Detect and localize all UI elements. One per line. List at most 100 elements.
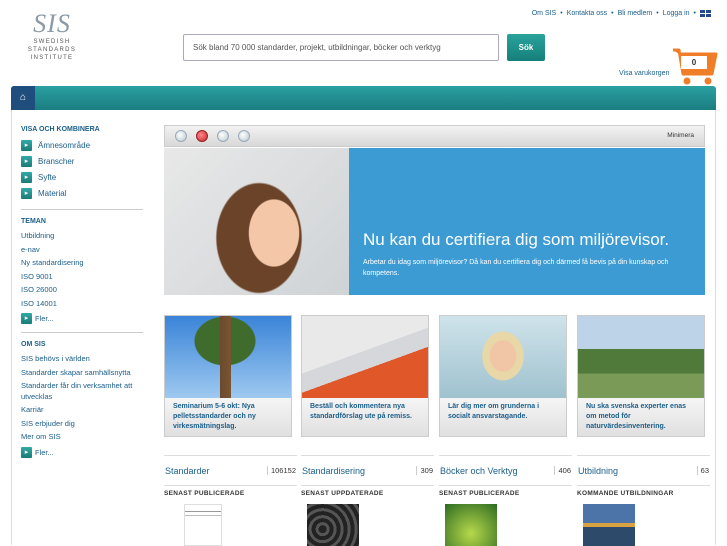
column-bocker: Böcker och Verktyg 406 SENAST PUBLICERADE: [439, 455, 572, 546]
divider: [21, 209, 143, 210]
teman-more-link[interactable]: ▸ Fler...: [21, 313, 143, 324]
hero-text: Arbetar du idag som miljörevisor? Då kan…: [363, 259, 669, 277]
column-subtitle: SENAST PUBLICERADE: [439, 490, 520, 497]
card-image: [578, 316, 704, 398]
more-label: Fler...: [35, 447, 54, 457]
column-title[interactable]: Standarder: [165, 466, 210, 476]
column-count: 309: [416, 466, 433, 475]
expand-arrow-icon: ▸: [21, 187, 32, 199]
logo-mark: SIS: [33, 9, 71, 38]
carousel-dot-2[interactable]: [196, 130, 208, 142]
om-link[interactable]: Mer om SIS: [21, 430, 143, 444]
filter-label: Material: [38, 188, 67, 198]
tema-link[interactable]: e-nav: [21, 243, 143, 257]
logo-line-1: SWEDISH: [33, 39, 71, 45]
project-thumbnail[interactable]: [307, 504, 359, 546]
expand-arrow-icon: ▸: [21, 171, 32, 183]
nav-kontakta-oss[interactable]: Kontakta oss: [567, 10, 607, 17]
more-label: Fler...: [35, 314, 54, 323]
teaser-card[interactable]: Lär dig mer om grunderna i socialt ansva…: [439, 315, 567, 437]
tema-link[interactable]: Ny standardisering: [21, 256, 143, 270]
column-title[interactable]: Böcker och Verktyg: [440, 466, 518, 476]
nav-separator: •: [693, 10, 696, 17]
nav-separator: •: [560, 10, 563, 17]
column-count: 106152: [266, 466, 296, 475]
column-title[interactable]: Utbildning: [578, 466, 618, 476]
filter-branscher[interactable]: ▸ Branscher: [21, 153, 143, 169]
om-link[interactable]: Standarder skapar samhällsnytta: [21, 366, 143, 380]
expand-arrow-icon: ▸: [21, 155, 32, 167]
tema-link[interactable]: Utbildning: [21, 229, 143, 243]
column-utbildning: Utbildning 63 KOMMANDE UTBILDNINGAR: [577, 455, 710, 546]
carousel-dot-3[interactable]: [217, 130, 229, 142]
column-subtitle: KOMMANDE UTBILDNINGAR: [577, 490, 674, 497]
column-count: 406: [554, 466, 571, 475]
card-caption: Nu ska svenska experter enas om metod fö…: [578, 398, 704, 436]
om-link[interactable]: Karriär: [21, 403, 143, 417]
nav-separator: •: [611, 10, 614, 17]
book-thumbnail[interactable]: [445, 504, 497, 546]
carousel-controls: Minimera: [164, 125, 705, 147]
om-link[interactable]: SIS erbjuder dig: [21, 417, 143, 431]
expand-arrow-icon: ▸: [21, 446, 32, 458]
cart-count: 0: [681, 56, 707, 69]
course-thumbnail[interactable]: [583, 504, 635, 546]
search-input[interactable]: Sök bland 70 000 standarder, projekt, ut…: [183, 34, 499, 61]
filter-label: Branscher: [38, 156, 75, 166]
home-icon[interactable]: ⌂: [11, 86, 35, 110]
column-standarder: Standarder 106152 SENAST PUBLICERADE: [164, 455, 297, 546]
nav-logga-in[interactable]: Logga in: [663, 10, 690, 17]
logo-line-2: STANDARDS: [27, 47, 77, 53]
logo-line-3: INSTITUTE: [30, 55, 74, 61]
card-image: [302, 316, 428, 398]
sis-logo[interactable]: SIS SWEDISH STANDARDS INSTITUTE: [22, 10, 82, 76]
om-link[interactable]: SIS behövs i världen: [21, 352, 143, 366]
card-caption: Lär dig mer om grunderna i socialt ansva…: [440, 398, 566, 436]
visa-title: VISA OCH KOMBINERA: [21, 126, 100, 133]
filter-amnesomrade[interactable]: ▸ Ämnesområde: [21, 137, 143, 153]
carousel-dot-4[interactable]: [238, 130, 250, 142]
cart-icon[interactable]: 0: [672, 46, 718, 86]
search-button[interactable]: Sök: [507, 34, 545, 61]
card-caption: Seminarium 5-6 okt: Nya pelletsstandarde…: [165, 398, 291, 436]
column-standardisering: Standardisering 309 SENAST UPPDATERADE: [301, 455, 434, 546]
tema-link[interactable]: ISO 9001: [21, 270, 143, 284]
main-navbar: [11, 86, 716, 110]
nav-om-sis[interactable]: Om SIS: [532, 10, 557, 17]
filter-label: Ämnesområde: [38, 140, 91, 150]
expand-arrow-icon: ▸: [21, 313, 32, 324]
tema-link[interactable]: ISO 26000: [21, 283, 143, 297]
carousel-dot-1[interactable]: [175, 130, 187, 142]
om-sis-title: OM SIS: [21, 341, 46, 348]
hero-title: Nu kan du certifiera dig som miljöreviso…: [363, 230, 670, 249]
column-title[interactable]: Standardisering: [302, 466, 365, 476]
divider: [21, 332, 143, 333]
filter-label: Syfte: [38, 172, 57, 182]
card-caption: Beställ och kommentera nya standardförsl…: [302, 398, 428, 436]
tema-link[interactable]: ISO 14001: [21, 297, 143, 311]
teaser-card[interactable]: Seminarium 5-6 okt: Nya pelletsstandarde…: [164, 315, 292, 437]
minimize-link[interactable]: Minimera: [667, 132, 694, 139]
filter-material[interactable]: ▸ Material: [21, 185, 143, 201]
hero-panel[interactable]: Nu kan du certifiera dig som miljöreviso…: [349, 148, 705, 295]
nav-separator: •: [656, 10, 659, 17]
uk-flag-icon[interactable]: [700, 10, 711, 17]
teaser-card[interactable]: Beställ och kommentera nya standardförsl…: [301, 315, 429, 437]
sidebar: VISA OCH KOMBINERA ▸ Ämnesområde ▸ Bransch…: [21, 126, 143, 458]
cart-link[interactable]: Visa varukorgen: [619, 70, 669, 77]
teman-title: TEMAN: [21, 218, 46, 225]
top-navigation: Om SIS • Kontakta oss • Bli medlem • Log…: [532, 10, 711, 17]
card-image: [165, 316, 291, 398]
column-count: 63: [696, 466, 709, 475]
teaser-card[interactable]: Nu ska svenska experter enas om metod fö…: [577, 315, 705, 437]
column-subtitle: SENAST PUBLICERADE: [164, 490, 245, 497]
hero-image[interactable]: [164, 148, 349, 295]
om-more-link[interactable]: ▸ Fler...: [21, 446, 143, 458]
card-image: [440, 316, 566, 398]
filter-syfte[interactable]: ▸ Syfte: [21, 169, 143, 185]
column-subtitle: SENAST UPPDATERADE: [301, 490, 384, 497]
expand-arrow-icon: ▸: [21, 139, 32, 151]
om-link[interactable]: Standarder får din verksamhet att utveck…: [21, 380, 143, 402]
nav-bli-medlem[interactable]: Bli medlem: [618, 10, 653, 17]
document-thumbnail[interactable]: [184, 504, 222, 546]
